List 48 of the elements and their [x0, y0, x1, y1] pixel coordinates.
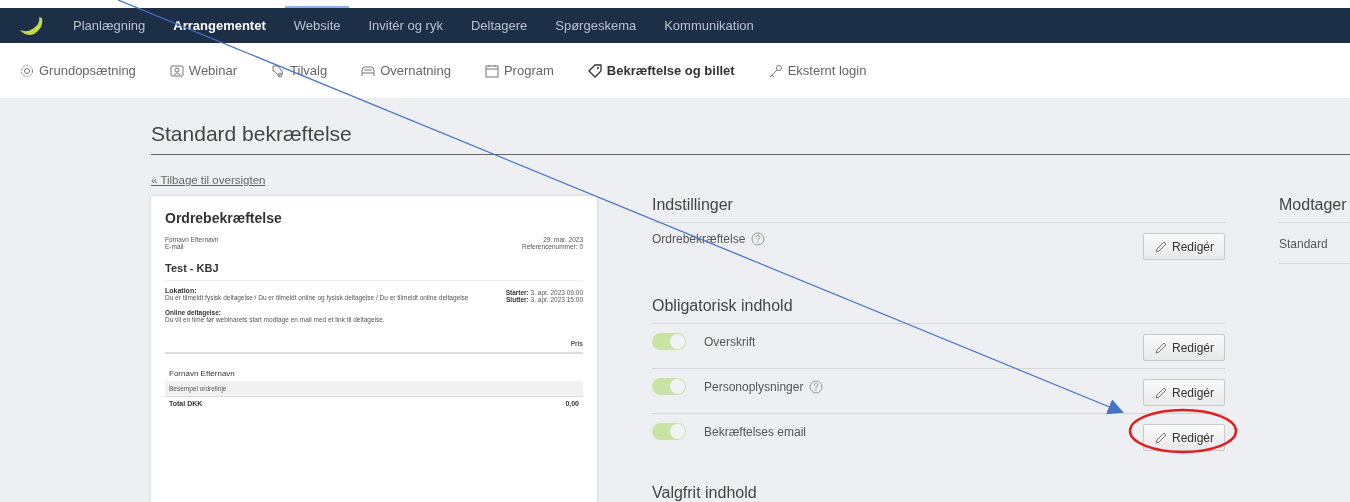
section-heading: Indstillinger	[652, 196, 1225, 223]
banana-logo-icon	[18, 15, 44, 36]
sub-nav-tab[interactable]: Grundopsætning	[20, 63, 136, 78]
back-link[interactable]: « Tilbage til oversigten	[151, 174, 266, 186]
recipient-label: Standard	[1279, 223, 1350, 264]
nav-tab[interactable]: Deltagere	[461, 8, 537, 43]
key-icon	[768, 63, 783, 78]
sub-nav-tab[interactable]: Program	[484, 63, 554, 78]
edit-button[interactable]: Redigér	[1142, 424, 1225, 451]
nav-tab[interactable]: Spørgeskema	[546, 8, 646, 43]
section-heading: Valgfrit indhold	[652, 484, 758, 502]
toggle-switch[interactable]	[652, 378, 686, 395]
gear-icon	[20, 63, 34, 78]
pencil-icon	[1153, 385, 1168, 400]
sub-nav-tab[interactable]: Eksternt login	[768, 63, 867, 78]
toggle-switch[interactable]	[652, 423, 686, 440]
pencil-icon	[1153, 340, 1168, 355]
pencil-icon	[1153, 239, 1168, 254]
page-title: Standard bekræftelse	[151, 122, 1350, 155]
content-label: Personoplysninger	[704, 379, 804, 394]
preview-title: Ordrebekræftelse	[165, 210, 283, 226]
nav-tab[interactable]: Kommunikation	[655, 8, 763, 43]
edit-button[interactable]: Redigér	[1142, 233, 1225, 260]
attendee-name: Fornavn Efternavn	[168, 368, 236, 380]
sub-nav-tab[interactable]: Tilvalg	[271, 63, 328, 78]
calendar-icon	[484, 63, 499, 78]
event-title: Test - KBJ	[165, 262, 583, 281]
bed-icon	[361, 63, 376, 78]
help-icon[interactable]	[809, 379, 824, 394]
sub-nav-tab[interactable]: Overnatning	[361, 63, 451, 78]
ticket-icon	[587, 63, 602, 78]
tags-icon	[271, 63, 286, 78]
nav-tab[interactable]: Invitér og ryk	[359, 8, 452, 43]
nav-tab[interactable]: Planlægning	[64, 8, 155, 43]
sub-nav-tab[interactable]: Webinar	[169, 63, 238, 78]
person-icon	[169, 63, 184, 78]
section-heading: Modtager	[1279, 196, 1350, 223]
sub-nav-tab[interactable]: Bekræftelse og billet	[587, 63, 735, 78]
nav-tab[interactable]: Website	[284, 8, 350, 43]
help-icon[interactable]	[751, 232, 766, 246]
toggle-switch[interactable]	[652, 333, 686, 350]
pencil-icon	[1153, 430, 1168, 445]
content-label: Bekræftelses email	[704, 424, 807, 439]
section-heading: Obligatorisk indhold	[652, 297, 1225, 324]
edit-button[interactable]: Redigér	[1142, 379, 1225, 406]
edit-button[interactable]: Redigér	[1142, 334, 1225, 361]
nav-tab[interactable]: Arrangementet	[164, 8, 275, 43]
content-label: Overskrift	[704, 334, 756, 349]
